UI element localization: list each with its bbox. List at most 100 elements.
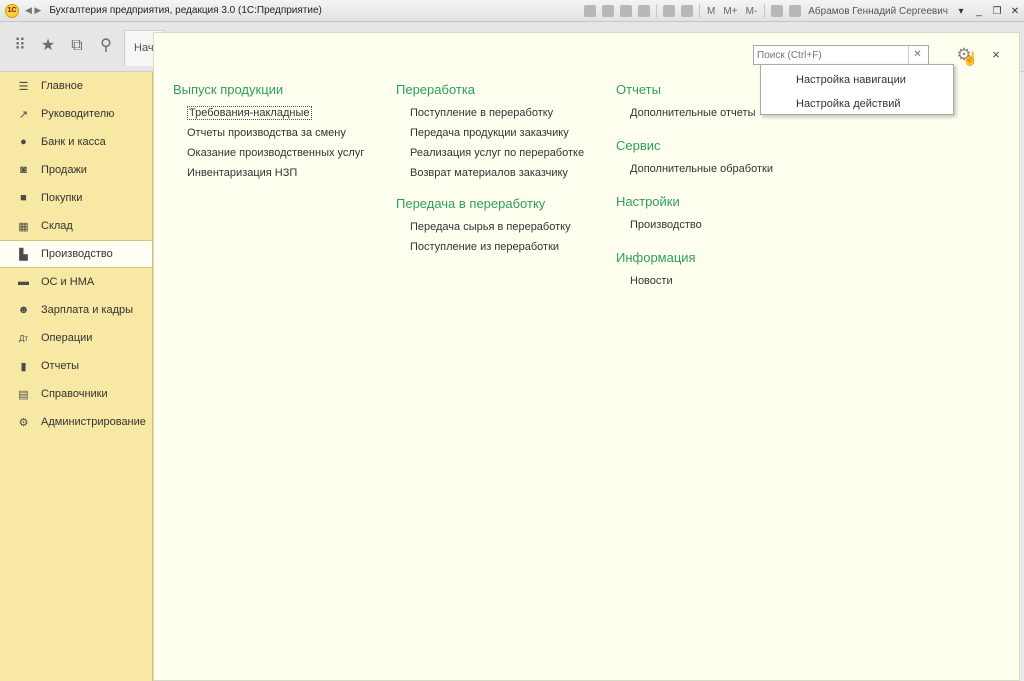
title-bar-tools: M M+ M- Абрамов Геннадий Сергеевич ▾ _ ❐… xyxy=(581,0,1024,22)
preview-icon[interactable] xyxy=(620,5,633,17)
link-item[interactable]: Отчеты производства за смену xyxy=(173,127,364,147)
sidebar-item-warehouse[interactable]: ▦ Склад xyxy=(0,212,152,240)
window-menu-icon[interactable]: ◀ ▶ xyxy=(25,5,41,16)
sidebar-item-label: Склад xyxy=(41,220,73,232)
sidebar-item-bank[interactable]: ● Банк и касса xyxy=(0,128,152,156)
group-title: Сервис xyxy=(616,138,661,153)
sidebar-item-administration[interactable]: ⚙ Администрирование xyxy=(0,408,152,436)
sidebar-item-label: Производство xyxy=(41,248,113,260)
menu-lines-icon: ☰ xyxy=(18,80,29,93)
sidebar-item-main[interactable]: ☰ Главное xyxy=(0,72,152,100)
link-item[interactable]: Поступление в переработку xyxy=(396,107,584,127)
close-window-button[interactable]: ✕ xyxy=(1006,6,1024,17)
link-item[interactable]: Требования-накладные xyxy=(173,106,364,127)
info-icon[interactable] xyxy=(789,5,802,17)
separator xyxy=(656,4,658,18)
warehouse-icon: ▦ xyxy=(18,220,29,233)
calculator-icon[interactable] xyxy=(663,5,676,17)
maximize-button[interactable]: ❐ xyxy=(988,6,1006,17)
sidebar-item-salary[interactable]: ☻ Зарплата и кадры xyxy=(0,296,152,324)
user-name[interactable]: Абрамов Геннадий Сергеевич xyxy=(808,6,948,17)
app-logo-icon: 1С xyxy=(5,3,19,18)
print-icon[interactable] xyxy=(602,5,615,17)
window-title: Бухгалтерия предприятия, редакция 3.0 (1… xyxy=(49,5,322,16)
sidebar-item-label: Продажи xyxy=(41,164,87,176)
column-processing: Переработка Поступление в переработку Пе… xyxy=(396,82,584,261)
link-item[interactable]: Передача сырья в переработку xyxy=(396,221,584,241)
calendar-icon[interactable] xyxy=(681,5,694,17)
link-item[interactable]: Оказание производственных услуг xyxy=(173,147,364,167)
bar-chart-icon: ▮ xyxy=(20,360,27,373)
separator xyxy=(764,4,766,18)
settings-dropdown-menu: Настройка навигации Настройка действий xyxy=(760,64,954,115)
link-item[interactable]: Производство xyxy=(616,219,773,239)
section-panel: Выпуск продукции Требования-накладные От… xyxy=(153,32,1020,681)
search-input[interactable] xyxy=(754,46,908,64)
hand-cursor-icon: ☝ xyxy=(962,51,979,66)
search-icon[interactable]: ⚲ xyxy=(96,36,116,56)
link-icon[interactable] xyxy=(638,5,651,17)
sidebar-item-sales[interactable]: ◙ Продажи xyxy=(0,156,152,184)
sidebar-item-label: Главное xyxy=(41,80,84,92)
history-icon[interactable]: ⧉ xyxy=(67,36,87,56)
sidebar-item-label: Операции xyxy=(41,332,93,344)
coin-icon: ● xyxy=(20,136,27,148)
user-menu-chevron-icon[interactable]: ▾ xyxy=(952,6,970,17)
sidebar-item-label: Отчеты xyxy=(41,360,80,372)
group-title: Информация xyxy=(616,250,696,265)
link-item[interactable]: Реализация услуг по переработке xyxy=(396,147,584,167)
sidebar-item-label: Банк и касса xyxy=(41,136,106,148)
books-icon: ▤ xyxy=(18,388,29,401)
sidebar-item-reports[interactable]: ▮ Отчеты xyxy=(0,352,152,380)
person-icon: ☻ xyxy=(17,304,30,316)
menu-item-actions-settings[interactable]: Настройка действий xyxy=(761,96,953,120)
group-title: Отчеты xyxy=(616,82,661,97)
gear-icon: ⚙ xyxy=(18,416,29,429)
truck-icon: ▬ xyxy=(18,276,29,288)
sidebar-item-production[interactable]: ▙ Производство xyxy=(0,240,152,268)
sidebar-item-purchases[interactable]: ■ Покупки xyxy=(0,184,152,212)
clear-search-icon[interactable]: ✕ xyxy=(908,46,926,64)
save-icon[interactable] xyxy=(584,5,597,17)
column-other: Отчеты Дополнительные отчеты Сервис Допо… xyxy=(616,82,773,295)
factory-icon: ▙ xyxy=(19,248,28,261)
sidebar-item-directories[interactable]: ▤ Справочники xyxy=(0,380,152,408)
group-title: Переработка xyxy=(396,82,476,97)
grid-menu-icon[interactable]: ⠿ xyxy=(10,36,30,56)
link-item[interactable]: Новости xyxy=(616,275,773,295)
link-label: Требования-накладные xyxy=(187,106,312,120)
link-item[interactable]: Дополнительные обработки xyxy=(616,163,773,183)
star-icon[interactable]: ★ xyxy=(38,36,58,56)
sidebar: ☰ Главное ↗ Руководителю ● Банк и касса … xyxy=(0,72,153,681)
memory-button[interactable]: M xyxy=(707,6,715,17)
sidebar-item-label: Администрирование xyxy=(41,416,146,428)
link-item[interactable]: Инвентаризация НЗП xyxy=(173,167,364,187)
menu-item-navigation-settings[interactable]: Настройка навигации xyxy=(761,72,953,96)
sidebar-item-label: Справочники xyxy=(41,388,108,400)
sidebar-item-label: Руководителю xyxy=(41,108,115,120)
link-item[interactable]: Возврат материалов заказчику xyxy=(396,167,584,187)
memory-minus-button[interactable]: M- xyxy=(746,6,758,17)
sidebar-item-operations[interactable]: Дт Операции xyxy=(0,324,152,352)
memory-plus-button[interactable]: M+ xyxy=(723,6,737,17)
link-item[interactable]: Дополнительные отчеты xyxy=(616,107,773,127)
group-title: Настройки xyxy=(616,194,680,209)
group-title: Выпуск продукции xyxy=(173,82,284,97)
separator xyxy=(699,4,701,18)
link-item[interactable]: Поступление из переработки xyxy=(396,241,584,261)
dt-kt-icon: Дт xyxy=(18,333,29,343)
column-production-output: Выпуск продукции Требования-накладные От… xyxy=(173,82,364,187)
sidebar-item-manager[interactable]: ↗ Руководителю xyxy=(0,100,152,128)
sidebar-item-label: Покупки xyxy=(41,192,83,204)
sidebar-item-label: ОС и НМА xyxy=(41,276,95,288)
group-title: Передача в переработку xyxy=(396,196,546,211)
new-window-icon[interactable] xyxy=(771,5,784,17)
title-bar: 1С ◀ ▶ Бухгалтерия предприятия, редакция… xyxy=(0,0,1024,22)
trend-icon: ↗ xyxy=(18,108,29,121)
minimize-button[interactable]: _ xyxy=(970,6,988,17)
cart-icon: ■ xyxy=(20,192,27,204)
sidebar-item-label: Зарплата и кадры xyxy=(41,304,134,316)
sidebar-item-assets[interactable]: ▬ ОС и НМА xyxy=(0,268,152,296)
close-panel-button[interactable]: × xyxy=(988,46,1004,64)
link-item[interactable]: Передача продукции заказчику xyxy=(396,127,584,147)
